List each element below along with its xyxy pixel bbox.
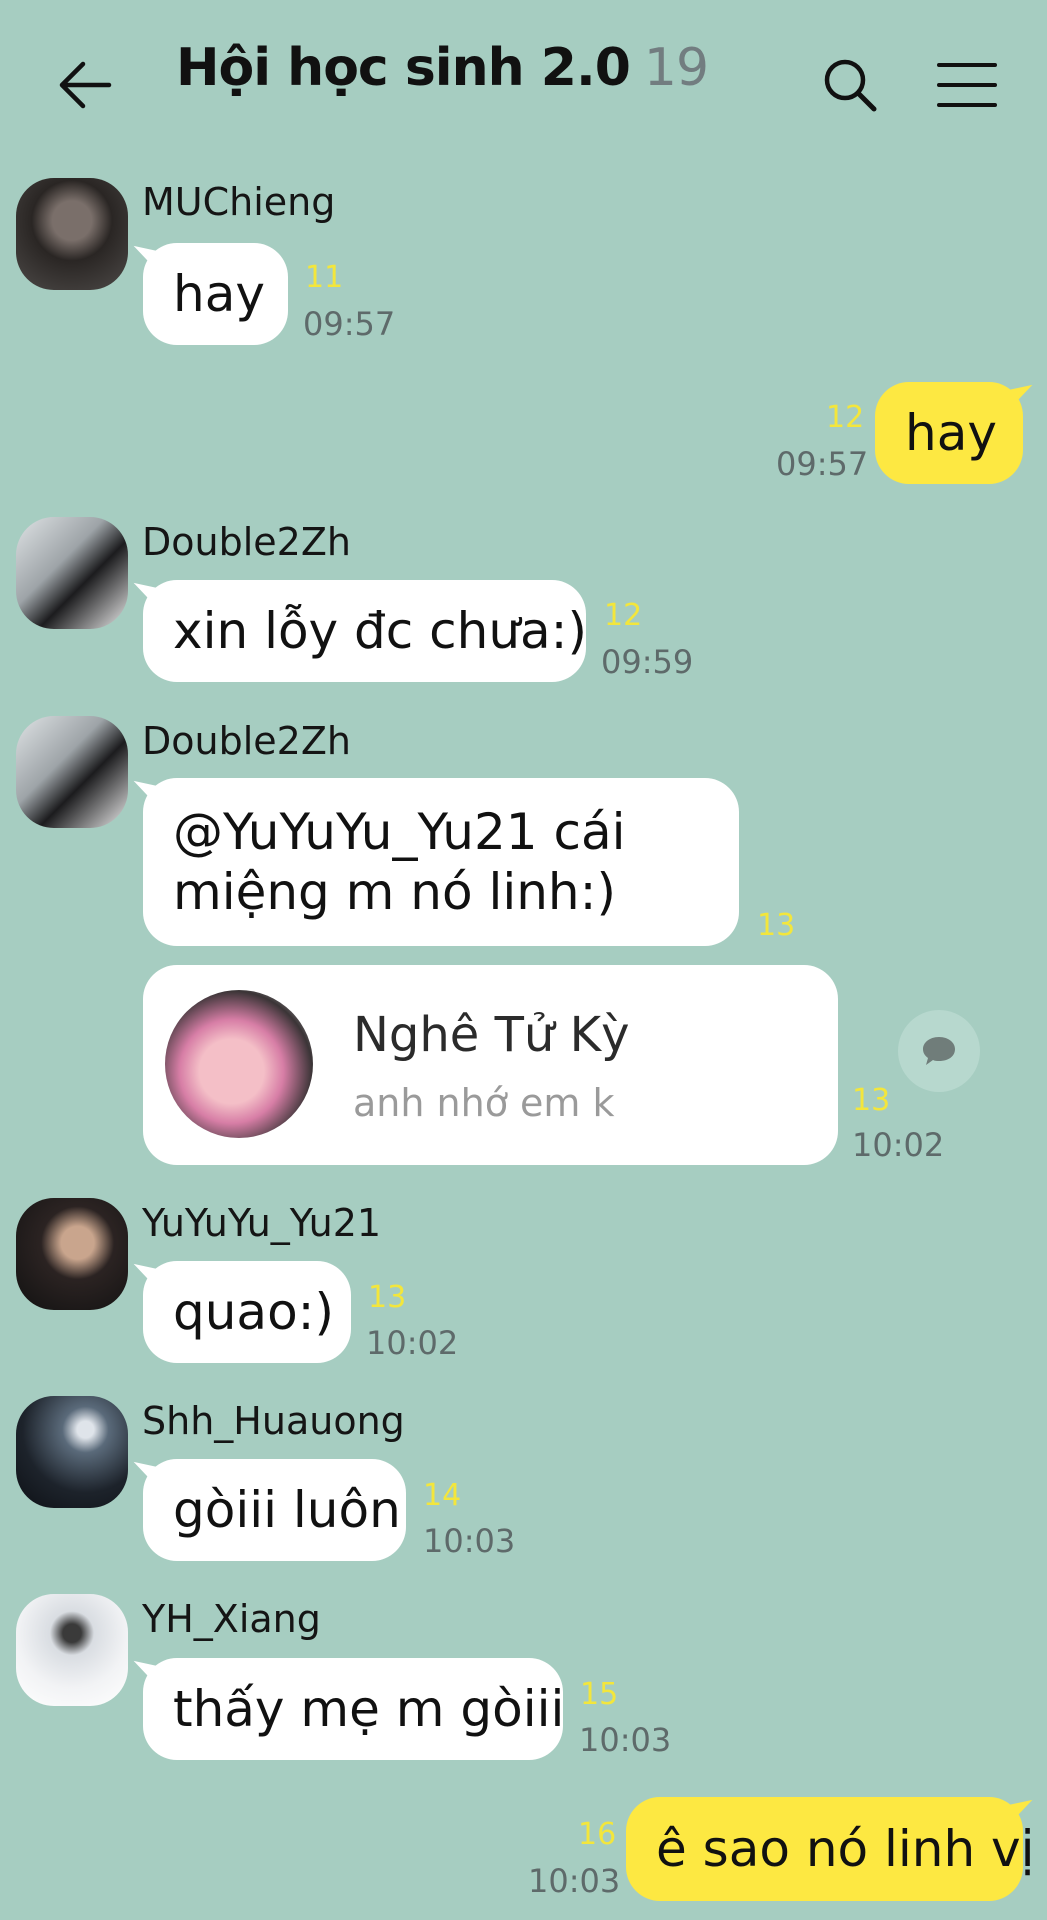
unread-count: 12 (604, 598, 643, 633)
unread-count: 13 (852, 1083, 891, 1118)
message-bubble[interactable]: xin lỗy đc chưa:) (143, 580, 587, 682)
unread-count: 13 (757, 908, 796, 943)
sender-name: Shh_Huauong (142, 1399, 405, 1443)
search-button[interactable] (812, 50, 888, 120)
member-count: 19 (643, 38, 709, 98)
sender-name: YuYuYu_Yu21 (142, 1201, 382, 1245)
message-bubble-outgoing[interactable]: hay (875, 382, 1023, 484)
menu-icon (937, 63, 997, 107)
message-time: 10:02 (852, 1126, 945, 1164)
unread-count: 13 (368, 1280, 407, 1315)
message-bubble[interactable]: gòiii luôn (143, 1459, 406, 1561)
search-icon (824, 59, 877, 112)
message-bubble-outgoing[interactable]: ê sao nó linh vị (626, 1797, 1035, 1901)
contact-avatar (165, 990, 313, 1138)
message-time: 10:03 (423, 1522, 516, 1560)
sender-name: MUChieng (142, 180, 336, 224)
back-button[interactable] (50, 52, 120, 118)
chat-header: Hội học sinh 2.0 19 (0, 0, 1047, 165)
message-time: 09:57 (776, 445, 869, 483)
message-time: 10:03 (528, 1862, 621, 1900)
unread-count: 16 (578, 1817, 617, 1852)
reply-button[interactable] (898, 1010, 980, 1092)
avatar-double2zh[interactable] (16, 517, 128, 629)
avatar-muchieng[interactable] (16, 178, 128, 290)
sender-name: YH_Xiang (142, 1597, 321, 1641)
avatar-shh-huauong[interactable] (16, 1396, 128, 1508)
message-time: 09:59 (601, 643, 694, 681)
back-arrow-icon (59, 61, 112, 109)
contact-status: anh nhớ em k (353, 1081, 615, 1125)
message-line: @YuYuYu_Yu21 cái (173, 803, 626, 861)
contact-card[interactable]: Nghê Tử Kỳ anh nhớ em k (143, 965, 838, 1165)
sender-name: Double2Zh (142, 719, 351, 763)
reply-bubble-icon (923, 1037, 955, 1065)
unread-count: 11 (305, 260, 344, 295)
unread-count: 14 (423, 1478, 462, 1513)
message-bubble[interactable]: @YuYuYu_Yu21 cái miệng m nó linh:) (143, 778, 739, 946)
message-line: miệng m nó linh:) (173, 863, 616, 921)
message-bubble[interactable]: hay (143, 243, 288, 345)
message-bubble[interactable]: thấy mẹ m gòiii (143, 1658, 564, 1760)
avatar-double2zh[interactable] (16, 716, 128, 828)
message-time: 10:02 (366, 1324, 459, 1362)
unread-count: 15 (580, 1677, 619, 1712)
message-time: 09:57 (303, 305, 396, 343)
chat-title: Hội học sinh 2.0 19 (176, 38, 709, 98)
unread-count: 12 (826, 400, 865, 435)
contact-name: Nghê Tử Kỳ (353, 1007, 630, 1063)
message-bubble[interactable]: quao:) (143, 1261, 351, 1363)
avatar-yuyuyu[interactable] (16, 1198, 128, 1310)
menu-button[interactable] (932, 56, 1002, 114)
message-time: 10:03 (579, 1721, 672, 1759)
sender-name: Double2Zh (142, 520, 351, 564)
avatar-yh-xiang[interactable] (16, 1594, 128, 1706)
